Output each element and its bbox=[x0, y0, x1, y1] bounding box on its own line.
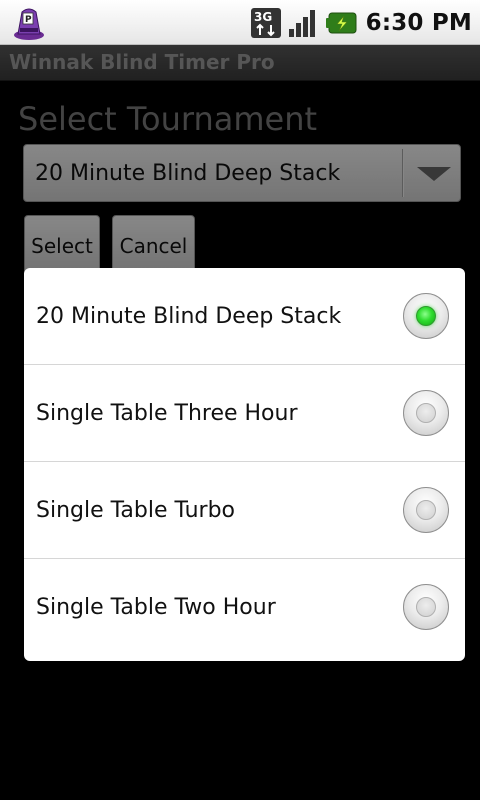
option-label: Single Table Three Hour bbox=[36, 401, 298, 426]
3g-data-icon: 3G bbox=[250, 8, 281, 38]
radio-empty-dot-icon bbox=[416, 403, 436, 423]
radio-button[interactable] bbox=[403, 584, 449, 630]
radio-empty-dot-icon bbox=[416, 500, 436, 520]
option-item[interactable]: 20 Minute Blind Deep Stack bbox=[24, 268, 465, 365]
battery-charging-icon bbox=[325, 12, 357, 34]
signal-strength-icon bbox=[288, 10, 315, 37]
network-type-label: 3G bbox=[254, 10, 272, 24]
radio-selected-dot-icon bbox=[416, 306, 436, 326]
option-item[interactable]: Single Table Three Hour bbox=[24, 365, 465, 462]
status-time: 6:30 PM bbox=[365, 10, 472, 36]
option-item[interactable]: Single Table Two Hour bbox=[24, 559, 465, 656]
option-label: 20 Minute Blind Deep Stack bbox=[36, 304, 342, 329]
status-bar: P 3G 6:30 PM bbox=[0, 0, 480, 45]
radio-button-checked[interactable] bbox=[403, 293, 449, 339]
status-icons: 3G 6:30 PM bbox=[250, 7, 472, 39]
radio-empty-dot-icon bbox=[416, 597, 436, 617]
app-notification-icon: P bbox=[14, 8, 44, 40]
option-item[interactable]: Single Table Turbo bbox=[24, 462, 465, 559]
radio-button[interactable] bbox=[403, 390, 449, 436]
option-label: Single Table Two Hour bbox=[36, 595, 276, 620]
radio-button[interactable] bbox=[403, 487, 449, 533]
tournament-choice-dialog: 20 Minute Blind Deep Stack Single Table … bbox=[24, 268, 465, 661]
phone-screen: P 3G 6:30 PM Winnak Blind Timer Pro Sele… bbox=[0, 0, 480, 800]
svg-text:P: P bbox=[25, 15, 32, 25]
option-label: Single Table Turbo bbox=[36, 498, 236, 523]
